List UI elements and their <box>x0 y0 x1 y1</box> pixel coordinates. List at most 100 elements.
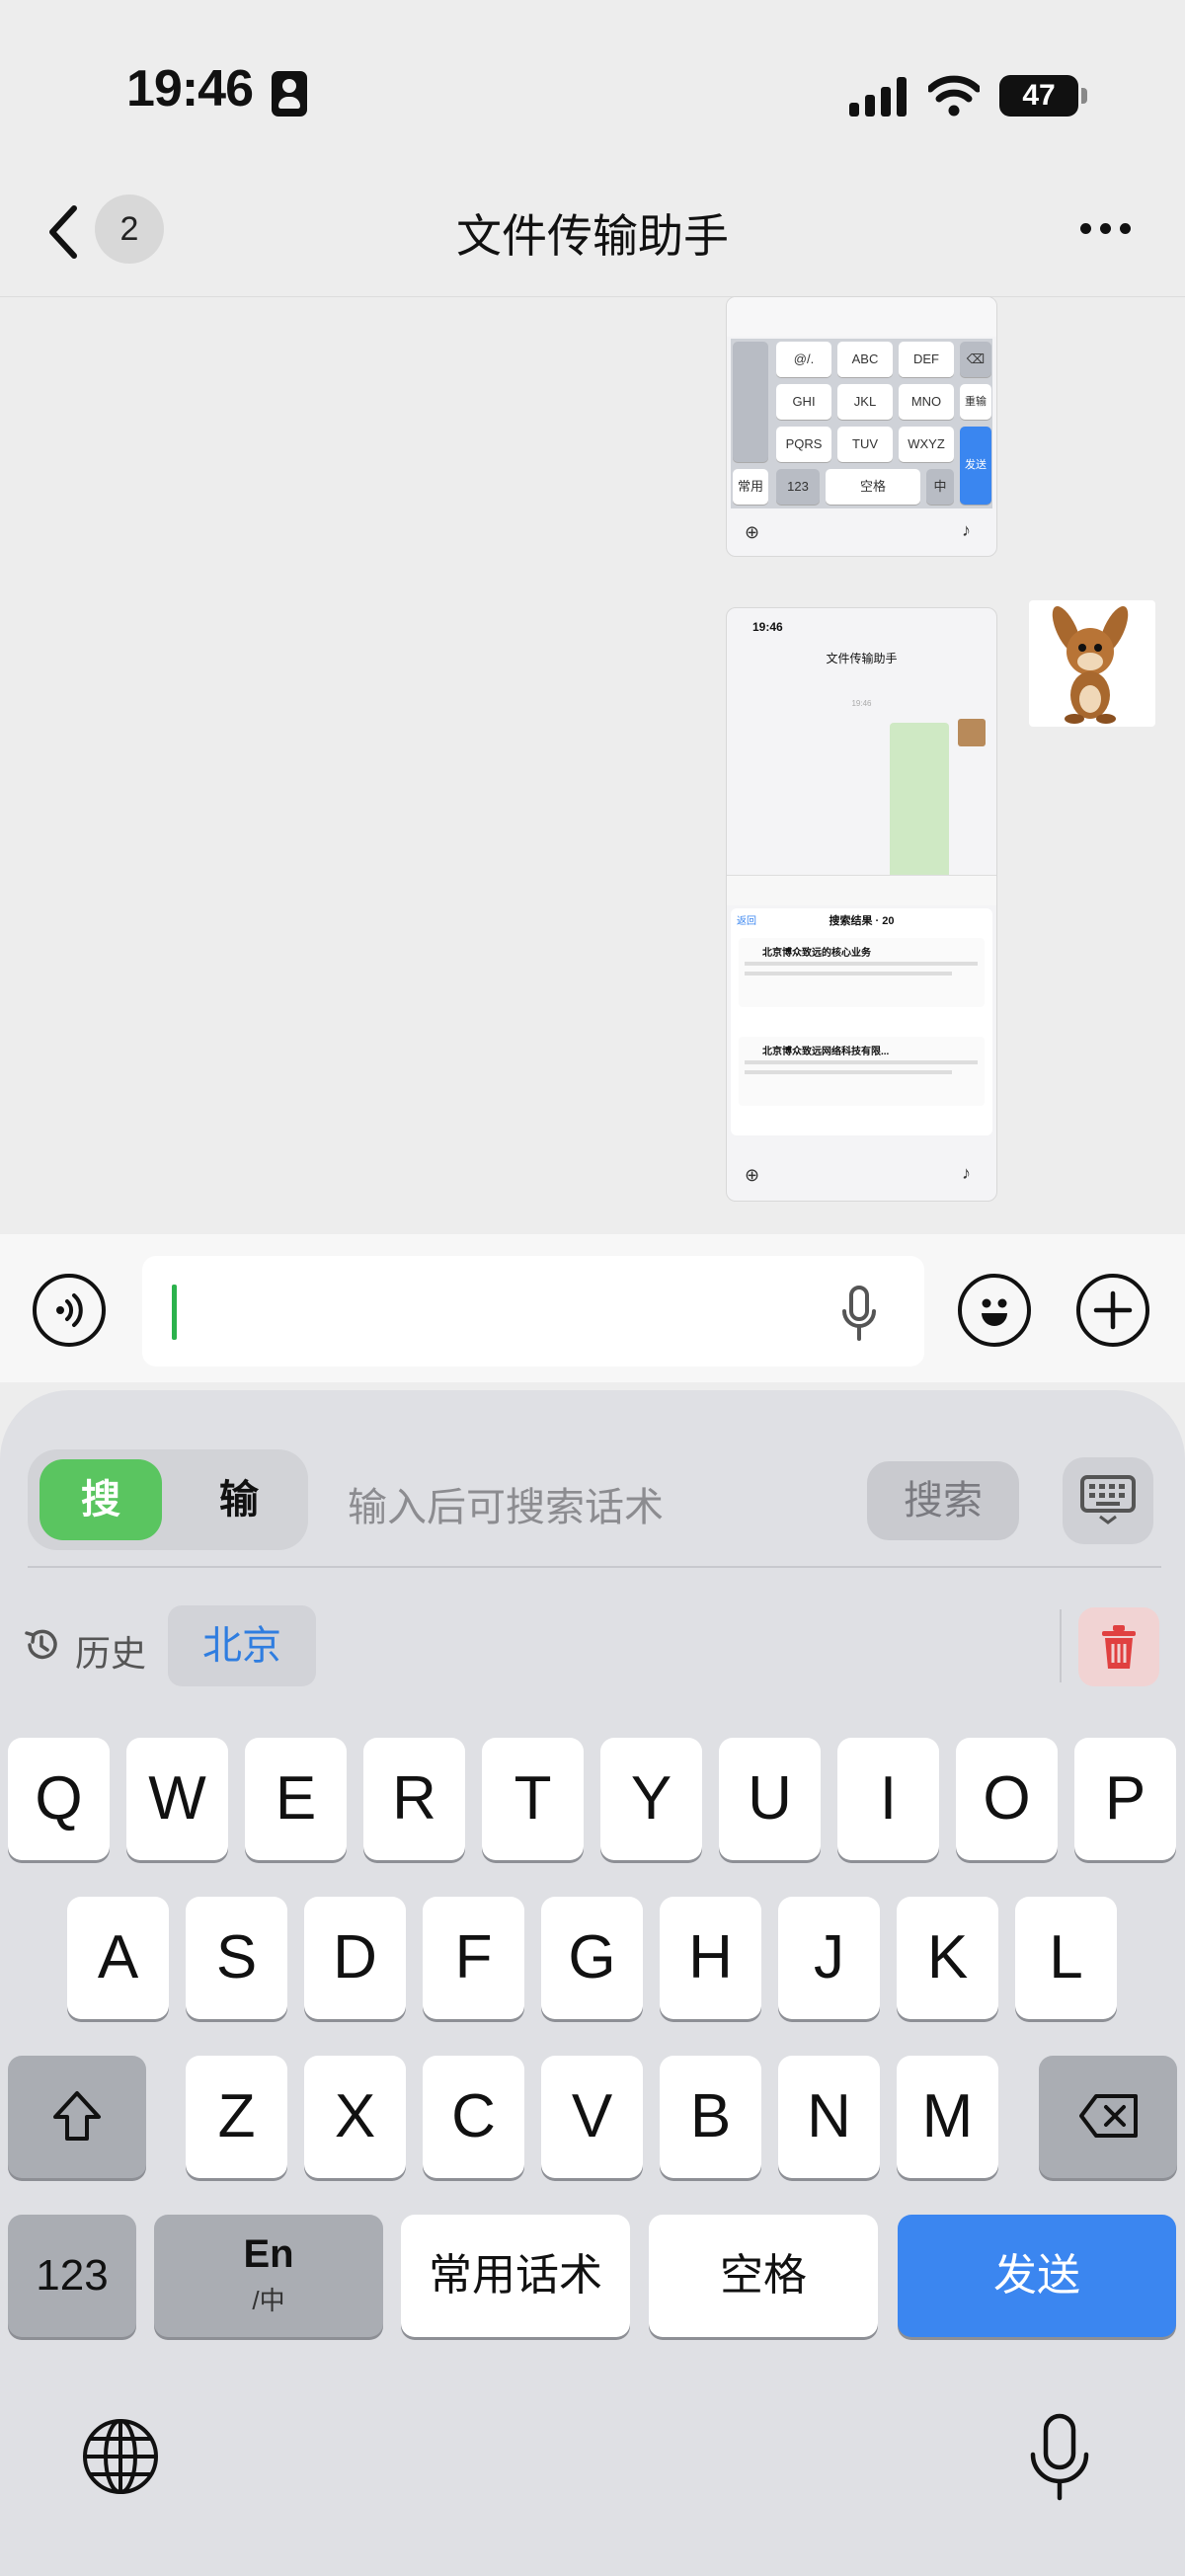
mode-search-tab[interactable]: 搜 <box>40 1459 162 1540</box>
key-p[interactable]: P <box>1074 1738 1176 1860</box>
shift-arrow-icon <box>53 2091 101 2141</box>
text-caret <box>172 1285 177 1340</box>
image-mic-icon: ♪ <box>962 520 971 540</box>
key-l[interactable]: L <box>1015 1897 1117 2019</box>
send-key[interactable]: 发送 <box>898 2215 1176 2337</box>
language-switch-key[interactable]: En /中 <box>154 2215 383 2337</box>
language-sub-label: /中 <box>252 2286 285 2315</box>
image-key: DEF <box>899 342 954 377</box>
key-n[interactable]: N <box>778 2056 880 2178</box>
history-chip[interactable]: 北京 <box>168 1605 316 1686</box>
back-icon[interactable] <box>44 202 84 262</box>
image-reenter-key: 重输 <box>960 384 991 420</box>
key-q[interactable]: Q <box>8 1738 110 1860</box>
key-a[interactable]: A <box>67 1897 169 2019</box>
user-avatar[interactable] <box>1029 600 1155 727</box>
history-divider <box>1060 1609 1062 1682</box>
image-msg-time: 19:46 <box>851 699 872 708</box>
image-result-card: 北京博众致远的核心业务 <box>739 938 985 1007</box>
image-result-title: 北京博众致远网络科技有限... <box>762 1047 890 1057</box>
image-key: MNO <box>899 384 954 420</box>
unread-count-badge[interactable]: 2 <box>95 195 164 264</box>
key-c[interactable]: C <box>423 2056 524 2178</box>
image-globe-icon: ⊕ <box>745 1165 760 1185</box>
search-button[interactable]: 搜索 <box>867 1461 1019 1540</box>
contact-card-icon <box>272 71 307 117</box>
image-backspace-key: ⌫ <box>960 342 991 377</box>
image-key: WXYZ <box>899 427 954 462</box>
smiley-icon <box>982 1298 1007 1326</box>
dictation-mic-icon[interactable] <box>841 1286 877 1341</box>
message-image-screenshot[interactable]: 19:46 文件传输助手 19:46 返回 搜索结果 · 20 北京博众致远的核… <box>726 607 997 1202</box>
image-key: GHI <box>776 384 831 420</box>
image-key: @/. <box>776 342 831 377</box>
key-h[interactable]: H <box>660 1897 761 2019</box>
image-result-line <box>745 1060 978 1064</box>
message-text-input[interactable] <box>142 1256 924 1366</box>
image-key: 常用 <box>733 469 768 505</box>
common-phrases-key[interactable]: 常用话术 <box>401 2215 630 2337</box>
image-result-line <box>745 972 952 976</box>
key-m[interactable]: M <box>897 2056 998 2178</box>
voice-wave-icon <box>56 1293 83 1327</box>
image-key: TUV <box>837 427 893 462</box>
emoji-button[interactable] <box>958 1274 1031 1347</box>
more-options-icon[interactable] <box>1076 215 1136 245</box>
image-mic-icon: ♪ <box>962 1163 971 1183</box>
globe-icon[interactable] <box>81 2417 160 2496</box>
hide-keyboard-button[interactable] <box>1063 1457 1153 1544</box>
more-functions-button[interactable] <box>1076 1274 1149 1347</box>
key-x[interactable]: X <box>304 2056 406 2178</box>
key-u[interactable]: U <box>719 1738 821 1860</box>
image-key: JKL <box>837 384 893 420</box>
backspace-key[interactable] <box>1039 2056 1177 2178</box>
key-y[interactable]: Y <box>600 1738 702 1860</box>
wifi-icon <box>928 75 980 117</box>
status-time: 19:46 <box>126 60 254 117</box>
image-result-card: 北京博众致远网络科技有限... <box>739 1037 985 1106</box>
mode-type-tab[interactable]: 输 <box>178 1459 300 1540</box>
image-title: 文件传输助手 <box>826 652 898 665</box>
keyboard-icon <box>1080 1475 1136 1524</box>
image-key: 空格 <box>826 469 920 505</box>
image-key: 中 <box>926 469 954 505</box>
key-v[interactable]: V <box>541 2056 643 2178</box>
trash-icon <box>1102 1625 1136 1669</box>
message-image-keypad[interactable]: @/. ABC DEF ⌫ GHI JKL MNO 重输 PQRS TUV WX… <box>726 296 997 557</box>
image-send-key: 发送 <box>960 427 991 505</box>
key-t[interactable]: T <box>482 1738 584 1860</box>
numbers-key[interactable]: 123 <box>8 2215 136 2337</box>
space-key[interactable]: 空格 <box>649 2215 878 2337</box>
backspace-icon <box>1079 2094 1138 2138</box>
plus-icon <box>1093 1290 1133 1330</box>
image-results-title: 搜索结果 · 20 <box>829 915 895 927</box>
image-input-bar <box>727 875 996 905</box>
image-globe-icon: ⊕ <box>745 522 760 542</box>
key-z[interactable]: Z <box>186 2056 287 2178</box>
key-o[interactable]: O <box>956 1738 1058 1860</box>
image-punct-column <box>733 342 768 462</box>
voice-input-button[interactable] <box>33 1274 106 1347</box>
key-b[interactable]: B <box>660 2056 761 2178</box>
clear-history-button[interactable] <box>1078 1607 1159 1686</box>
language-main-label: En <box>243 2232 294 2276</box>
history-label: 历史 <box>75 1633 147 1674</box>
image-result-title: 北京博众致远的核心业务 <box>762 948 871 959</box>
image-header <box>727 297 996 337</box>
key-f[interactable]: F <box>423 1897 524 2019</box>
key-j[interactable]: J <box>778 1897 880 2019</box>
key-d[interactable]: D <box>304 1897 406 2019</box>
key-w[interactable]: W <box>126 1738 228 1860</box>
image-nested-message <box>890 723 949 881</box>
key-s[interactable]: S <box>186 1897 287 2019</box>
key-e[interactable]: E <box>245 1738 347 1860</box>
image-result-line <box>745 1070 952 1074</box>
search-placeholder[interactable]: 输入后可搜索话术 <box>348 1475 664 1532</box>
key-i[interactable]: I <box>837 1738 939 1860</box>
image-key: 123 <box>776 469 820 505</box>
key-r[interactable]: R <box>363 1738 465 1860</box>
shift-key[interactable] <box>8 2056 146 2178</box>
microphone-icon[interactable] <box>1027 2413 1092 2502</box>
key-k[interactable]: K <box>897 1897 998 2019</box>
key-g[interactable]: G <box>541 1897 643 2019</box>
